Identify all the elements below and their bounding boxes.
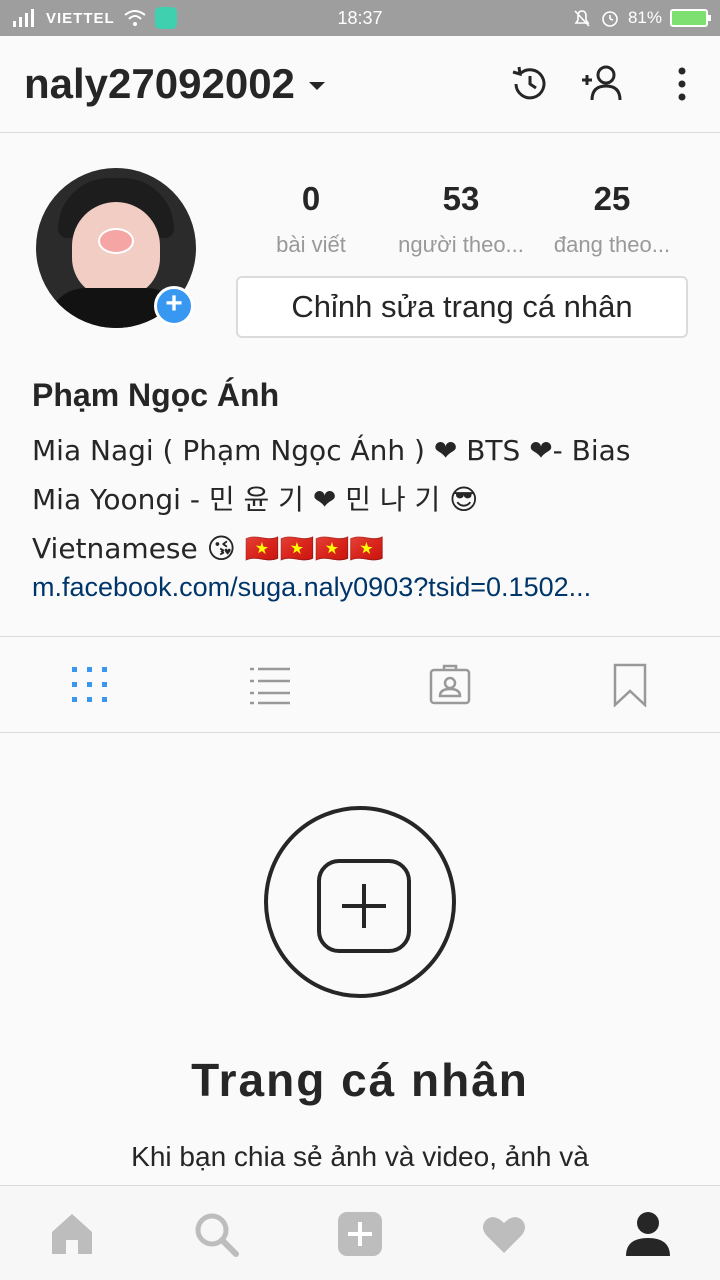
bio: Mia Nagi ( Phạm Ngọc Ánh ) ❤ BTS ❤- Bias… <box>32 426 692 573</box>
alarm-icon <box>602 11 618 27</box>
add-post-circle[interactable] <box>264 806 456 998</box>
battery-icon <box>670 9 711 27</box>
saved-bookmark-icon[interactable] <box>608 663 652 707</box>
edit-profile-button[interactable]: Chỉnh sửa trang cá nhân <box>236 276 688 338</box>
bio-line: Mia Yoongi - 민 윤 기 ❤ 민 나 기 😎 <box>32 483 479 516</box>
following-count-label: đang theo... <box>553 232 671 257</box>
followers-count[interactable]: 53 người theo... <box>386 180 536 258</box>
profile-tabs <box>0 636 720 733</box>
profile-icon[interactable] <box>624 1210 672 1258</box>
search-icon[interactable] <box>192 1210 240 1258</box>
plus-box-icon <box>317 859 411 953</box>
empty-state-subtitle: Khi bạn chia sẻ ảnh và video, ảnh và <box>131 1141 589 1172</box>
add-person-icon[interactable] <box>580 62 624 106</box>
bio-line: Vietnamese 😘 🇻🇳🇻🇳🇻🇳🇻🇳 <box>32 532 385 565</box>
full-name: Phạm Ngọc Ánh <box>32 377 280 413</box>
chevron-down-icon <box>308 82 325 90</box>
add-story-icon[interactable]: + <box>154 286 194 326</box>
empty-state-title: Trang cá nhân <box>191 1054 529 1106</box>
profile-avatar[interactable]: + <box>36 168 196 328</box>
following-count[interactable]: 25 đang theo... <box>537 180 687 258</box>
posts-count: 0 bài viết <box>236 180 386 258</box>
bottom-navigation <box>0 1185 720 1280</box>
username: naly27092002 <box>24 60 295 107</box>
activity-heart-icon[interactable] <box>480 1210 528 1258</box>
more-options-icon[interactable] <box>660 62 704 106</box>
posts-count-label: bài viết <box>276 232 346 257</box>
battery-percent: 81% <box>627 8 662 27</box>
history-icon[interactable] <box>508 62 552 106</box>
following-count-value: 25 <box>593 180 631 217</box>
empty-state: Trang cá nhân Khi bạn chia sẻ ảnh và vid… <box>0 733 720 1185</box>
posts-count-value: 0 <box>301 180 321 217</box>
profile-header: naly27092002 <box>0 36 720 133</box>
mute-bell-icon <box>574 10 590 27</box>
bio-line: Mia Nagi ( Phạm Ngọc Ánh ) ❤ BTS ❤- Bias <box>32 434 631 467</box>
home-icon[interactable] <box>48 1210 96 1258</box>
grid-view-icon[interactable] <box>68 663 112 707</box>
status-bar: VIETTEL 18:37 81% <box>0 0 720 36</box>
account-switcher[interactable]: naly27092002 <box>24 60 325 108</box>
followers-count-value: 53 <box>442 180 480 217</box>
tagged-photos-icon[interactable] <box>428 663 472 707</box>
followers-count-label: người theo... <box>398 232 524 257</box>
new-post-icon[interactable] <box>336 1210 384 1258</box>
bio-link[interactable]: m.facebook.com/suga.naly0903?tsid=0.1502… <box>32 572 692 603</box>
list-view-icon[interactable] <box>248 663 292 707</box>
